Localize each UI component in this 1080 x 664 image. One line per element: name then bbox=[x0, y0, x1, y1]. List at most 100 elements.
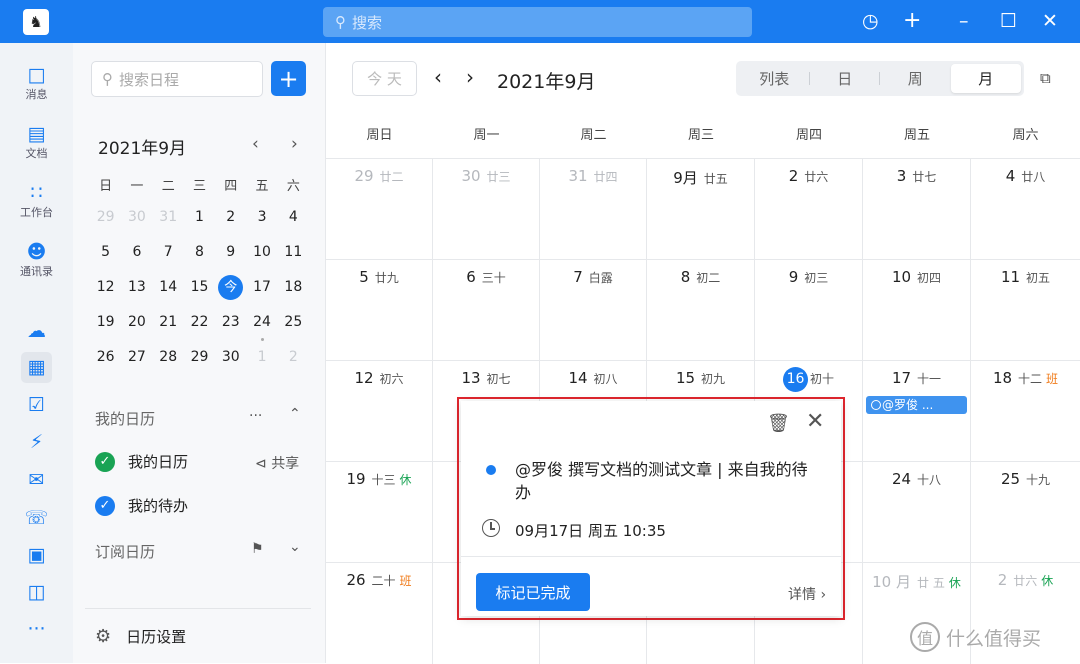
day-cell[interactable]: 25 十九 bbox=[971, 462, 1080, 562]
day-cell[interactable]: 12 初六 bbox=[326, 361, 433, 461]
rail-item-meeting[interactable]: ▣ bbox=[0, 545, 73, 565]
day-cell[interactable]: 9 初三 bbox=[755, 260, 863, 360]
day-cell[interactable]: 8 初二 bbox=[647, 260, 755, 360]
add-event-button[interactable]: + bbox=[271, 61, 306, 96]
schedule-search-input[interactable]: ⚲ 搜索日程 bbox=[91, 61, 263, 97]
blue-check-icon[interactable]: ✓ bbox=[95, 495, 115, 516]
mini-day[interactable]: 31 bbox=[153, 204, 184, 239]
mark-done-button[interactable]: 标记已完成 bbox=[476, 573, 590, 611]
today-button[interactable]: 今 天 bbox=[352, 61, 417, 96]
rail-item-docs[interactable]: ▤ 文档 bbox=[0, 124, 73, 161]
mini-day[interactable]: 30 bbox=[215, 344, 246, 379]
mini-day[interactable]: 3 bbox=[246, 204, 277, 239]
mini-day[interactable]: 25 bbox=[278, 309, 309, 344]
rail-item-calendar[interactable]: ▦ bbox=[0, 357, 73, 377]
mini-day[interactable]: 15 bbox=[184, 274, 215, 309]
event-chip[interactable]: @罗俊 ... bbox=[866, 396, 967, 414]
mini-day[interactable]: 12 bbox=[90, 274, 121, 309]
mini-day[interactable]: 10 bbox=[246, 239, 277, 274]
tab-month[interactable]: 月 bbox=[950, 64, 1021, 93]
day-cell[interactable]: 30 廿三 bbox=[433, 159, 540, 259]
mini-day[interactable]: 4 bbox=[278, 204, 309, 239]
mini-day[interactable]: 18 bbox=[278, 274, 309, 309]
rail-item-contacts[interactable]: ☻ 通讯录 bbox=[0, 242, 73, 279]
app-logo-icon[interactable]: ♞ bbox=[23, 9, 49, 35]
mini-day[interactable]: 22 bbox=[184, 309, 215, 344]
mini-day[interactable]: 2 bbox=[215, 204, 246, 239]
more-icon[interactable]: ··· bbox=[249, 408, 262, 424]
history-icon[interactable]: ◷ bbox=[862, 10, 879, 32]
my-todo-item[interactable]: ✓ 我的待办 bbox=[95, 495, 188, 516]
mini-day[interactable]: 7 bbox=[153, 239, 184, 274]
close-icon[interactable]: ✕ bbox=[806, 409, 824, 434]
mini-day[interactable]: 30 bbox=[121, 204, 152, 239]
expand-chevron-icon[interactable]: ⌄ bbox=[289, 539, 301, 555]
rail-item-cloud[interactable]: ☁ bbox=[0, 321, 73, 341]
mini-day[interactable]: 2 bbox=[278, 344, 309, 379]
mini-day[interactable]: 21 bbox=[153, 309, 184, 344]
rail-item-workbench[interactable]: ∷ 工作台 bbox=[0, 183, 73, 220]
day-cell[interactable]: 10 初四 bbox=[863, 260, 971, 360]
day-cell[interactable]: 18 十二班 bbox=[971, 361, 1080, 461]
rail-item-phone[interactable]: ☏ bbox=[0, 508, 73, 528]
day-cell[interactable]: 2 廿六 bbox=[755, 159, 863, 259]
mini-day[interactable]: 29 bbox=[184, 344, 215, 379]
mini-prev-month-icon[interactable]: ‹ bbox=[252, 134, 259, 154]
subscribe-icon[interactable]: ⚑ bbox=[251, 541, 264, 557]
rail-item-messages[interactable]: □ 消息 bbox=[0, 65, 73, 102]
tab-day[interactable]: 日 bbox=[810, 64, 881, 93]
rail-item-quick[interactable]: ⚡ bbox=[0, 432, 73, 452]
trash-icon[interactable]: 🗑 bbox=[767, 413, 790, 434]
day-cell[interactable]: 4 廿八 bbox=[971, 159, 1080, 259]
mini-day[interactable]: 23 bbox=[215, 309, 246, 344]
green-check-icon[interactable]: ✓ bbox=[95, 451, 115, 472]
mini-next-month-icon[interactable]: › bbox=[291, 134, 298, 154]
day-cell[interactable]: 19 十三休 bbox=[326, 462, 433, 562]
maximize-icon[interactable]: ☐ bbox=[1000, 10, 1017, 32]
next-month-icon[interactable]: › bbox=[466, 65, 474, 89]
day-cell[interactable]: 26 二十班 bbox=[326, 563, 433, 664]
mini-day[interactable]: 27 bbox=[121, 344, 152, 379]
mini-day[interactable]: 6 bbox=[121, 239, 152, 274]
mini-day[interactable]: 1 bbox=[246, 344, 277, 379]
mini-day[interactable]: 28 bbox=[153, 344, 184, 379]
day-cell[interactable]: 6 三十 bbox=[433, 260, 540, 360]
mini-day[interactable]: 26 bbox=[90, 344, 121, 379]
my-calendar-item[interactable]: ✓ 我的日历 bbox=[95, 451, 188, 472]
mini-day[interactable]: 14 bbox=[153, 274, 184, 309]
prev-month-icon[interactable]: ‹ bbox=[434, 65, 442, 89]
plus-icon[interactable]: + bbox=[903, 10, 921, 32]
calendar-settings-button[interactable]: ⚙ 日历设置 bbox=[95, 626, 186, 647]
day-cell[interactable]: 3 廿七 bbox=[863, 159, 971, 259]
mini-day[interactable]: 8 bbox=[184, 239, 215, 274]
rail-item-tasks[interactable]: ☑ bbox=[0, 395, 73, 415]
mini-day[interactable]: 1 bbox=[184, 204, 215, 239]
mini-day[interactable]: 24 bbox=[246, 309, 277, 344]
mini-day[interactable]: 9 bbox=[215, 239, 246, 274]
day-cell[interactable]: 5 廿九 bbox=[326, 260, 433, 360]
rail-more-button[interactable]: ··· bbox=[0, 619, 73, 639]
day-cell[interactable]: 17 十一 @罗俊 ... bbox=[863, 361, 971, 461]
mini-day[interactable]: 5 bbox=[90, 239, 121, 274]
mini-day[interactable]: 19 bbox=[90, 309, 121, 344]
mini-day[interactable]: 20 bbox=[121, 309, 152, 344]
day-cell[interactable]: 11 初五 bbox=[971, 260, 1080, 360]
day-cell[interactable]: 31 廿四 bbox=[540, 159, 647, 259]
minimize-icon[interactable]: – bbox=[959, 10, 969, 32]
day-cell[interactable]: 29 廿二 bbox=[326, 159, 433, 259]
close-icon[interactable]: ✕ bbox=[1042, 10, 1058, 32]
details-link[interactable]: 详情 › bbox=[788, 584, 826, 604]
mini-day[interactable]: 11 bbox=[278, 239, 309, 274]
collapse-chevron-icon[interactable]: ⌃ bbox=[289, 406, 301, 422]
tab-week[interactable]: 周 bbox=[880, 64, 951, 93]
mini-day-today[interactable]: 今 bbox=[215, 274, 246, 309]
mini-day[interactable]: 17 bbox=[246, 274, 277, 309]
rail-item-mail[interactable]: ✉ bbox=[0, 470, 73, 490]
day-cell[interactable]: 9月 廿五 bbox=[647, 159, 755, 259]
mini-day[interactable]: 13 bbox=[121, 274, 152, 309]
mini-day[interactable]: 29 bbox=[90, 204, 121, 239]
day-cell[interactable]: 7 白露 bbox=[540, 260, 647, 360]
tab-list[interactable]: 列表 bbox=[739, 64, 810, 93]
share-button[interactable]: ⊲ 共享 bbox=[255, 453, 299, 473]
rail-item-folder[interactable]: ◫ bbox=[0, 582, 73, 602]
